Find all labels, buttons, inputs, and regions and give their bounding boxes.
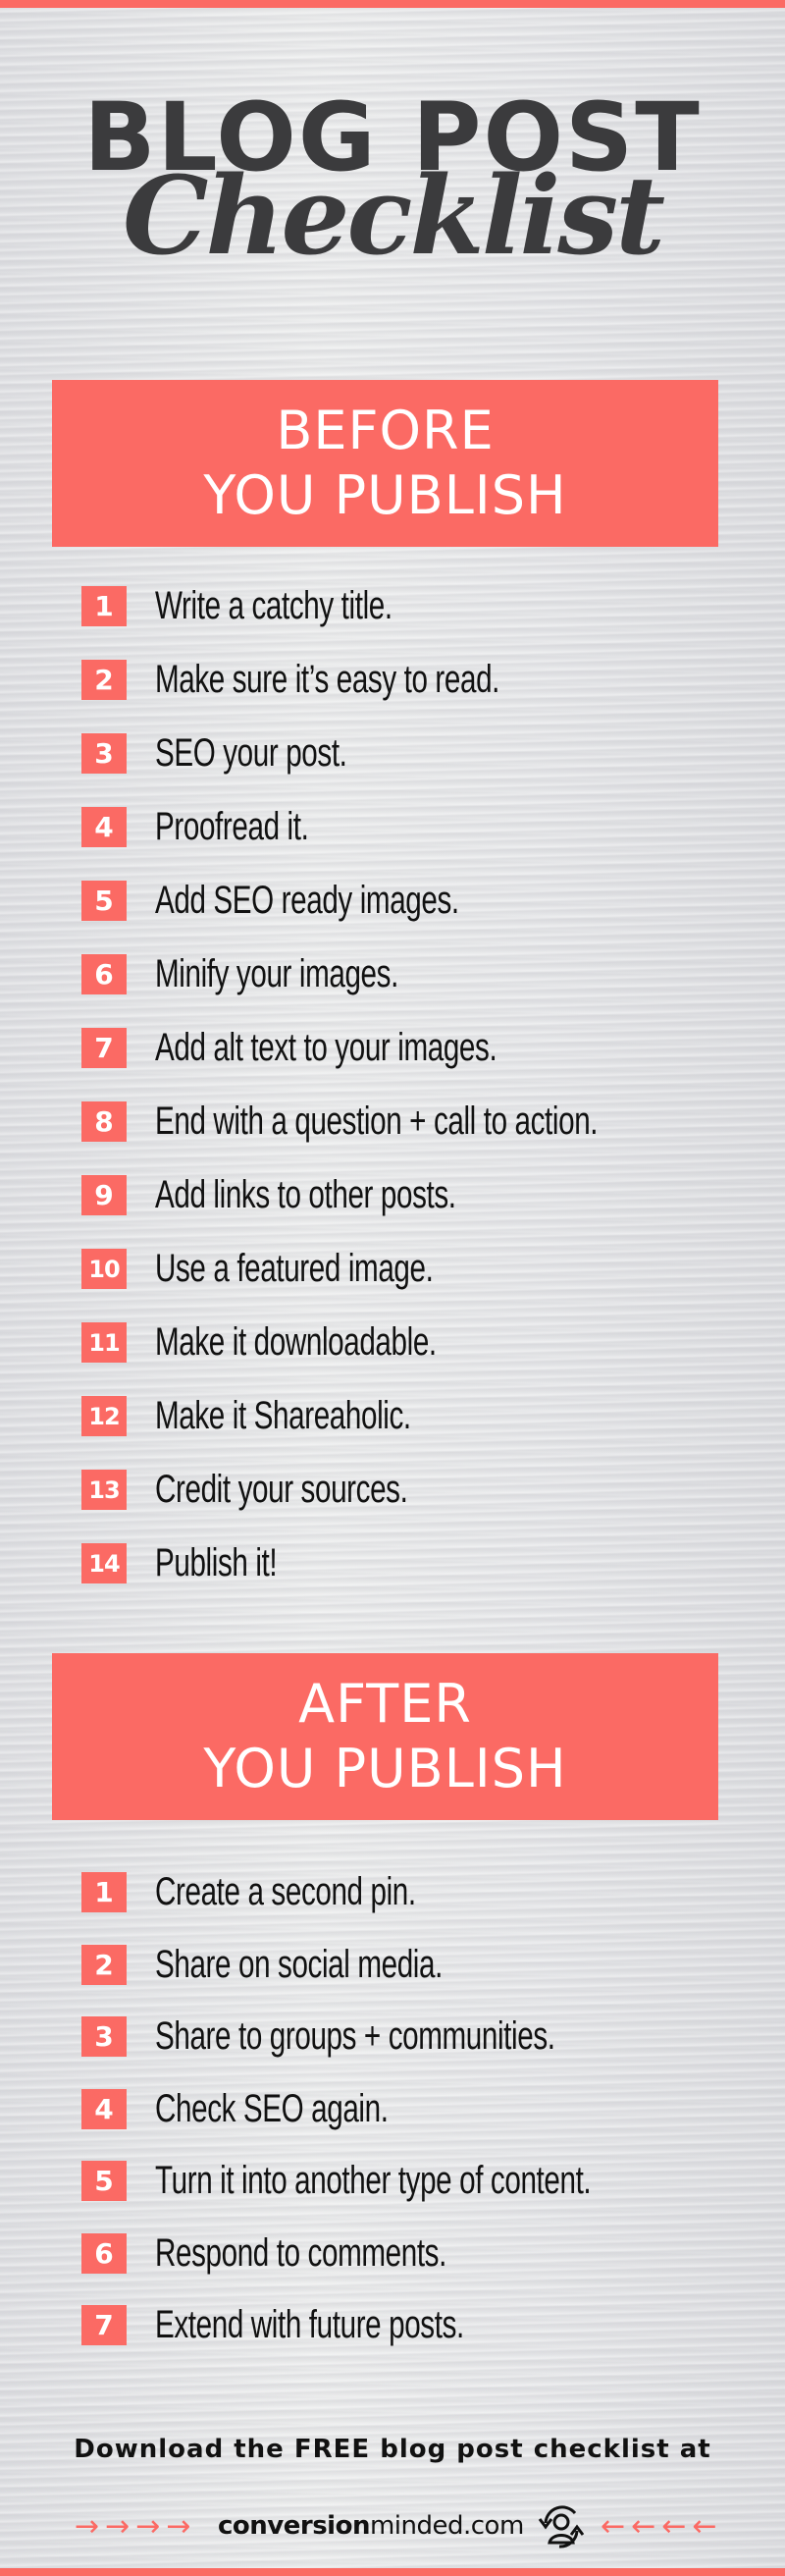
after-heading-line2: YOU PUBLISH (203, 1738, 567, 1799)
after-heading-line1: AFTER (298, 1673, 472, 1735)
before-checklist-item: 3 SEO your post. (81, 731, 414, 775)
before-checklist-item: 7 Add alt text to your images. (81, 1026, 617, 1069)
before-checklist-item: 4 Proofread it. (81, 805, 362, 848)
left-arrows-icon: ←←←← (601, 2509, 723, 2544)
site-link[interactable]: conversionminded.com (218, 2511, 524, 2541)
item-text: Add SEO ready images. (155, 879, 459, 922)
item-number-badge: 7 (81, 2305, 127, 2345)
item-number-badge: 3 (81, 2016, 127, 2057)
item-number-badge: 14 (81, 1543, 127, 1583)
item-number-badge: 7 (81, 1028, 127, 1068)
item-number-badge: 5 (81, 2161, 127, 2201)
after-checklist-item: 1 Create a second pin. (81, 1870, 507, 1913)
item-text: Share on social media. (155, 1942, 443, 1986)
site-name-regular: minded.com (369, 2511, 524, 2541)
item-text: Make it downloadable. (155, 1320, 437, 1364)
item-number-badge: 2 (81, 1944, 127, 1985)
bottom-accent-bar (0, 2568, 785, 2576)
item-text: Share to groups + communities. (155, 2014, 555, 2058)
after-publish-banner: AFTER YOU PUBLISH (52, 1653, 718, 1820)
item-number-badge: 9 (81, 1175, 127, 1215)
item-text: End with a question + call to action. (155, 1100, 599, 1143)
item-text: SEO your post. (155, 731, 347, 775)
item-text: Add links to other posts. (155, 1173, 456, 1216)
footer-brand-row: →→→→ conversionminded.com ←←←← (0, 2505, 785, 2549)
item-number-badge: 4 (81, 2088, 127, 2129)
item-text: Add alt text to your images. (155, 1026, 497, 1069)
item-number-badge: 12 (81, 1396, 127, 1436)
item-number-badge: 8 (81, 1101, 127, 1142)
before-heading-line2: YOU PUBLISH (203, 464, 567, 526)
item-text: Extend with future posts. (155, 2303, 464, 2346)
item-text: Turn it into another type of content. (155, 2159, 592, 2202)
item-number-badge: 4 (81, 807, 127, 847)
item-number-badge: 5 (81, 881, 127, 921)
after-checklist-item: 2 Share on social media. (81, 1942, 544, 1986)
before-checklist-item: 6 Minify your images. (81, 952, 484, 995)
item-text: Check SEO again. (155, 2086, 389, 2130)
item-number-badge: 3 (81, 733, 127, 774)
item-number-badge: 1 (81, 586, 127, 626)
item-text: Create a second pin. (155, 1870, 416, 1913)
item-number-badge: 10 (81, 1249, 127, 1289)
item-text: Minify your images. (155, 952, 398, 995)
item-text: Credit your sources. (155, 1468, 408, 1511)
after-checklist-item: 7 Extend with future posts. (81, 2303, 573, 2346)
item-text: Make it Shareaholic. (155, 1394, 411, 1437)
item-text: Proofread it. (155, 805, 309, 848)
before-checklist-item: 13 Credit your sources. (81, 1468, 497, 1511)
site-name-bold: conversion (218, 2511, 370, 2541)
after-checklist-item: 3 Share to groups + communities. (81, 2014, 696, 2058)
item-text: Make sure it’s easy to read. (155, 658, 500, 701)
right-arrows-icon: →→→→ (75, 2509, 197, 2544)
page-subtitle-script: Checklist (122, 152, 665, 279)
item-number-badge: 11 (81, 1322, 127, 1363)
after-checklist-item: 4 Check SEO again. (81, 2086, 470, 2130)
item-text: Use a featured image. (155, 1247, 434, 1290)
top-accent-bar (0, 0, 785, 8)
item-number-badge: 6 (81, 954, 127, 994)
item-text: Publish it! (155, 1541, 278, 1584)
before-checklist-item: 11 Make it downloadable. (81, 1320, 536, 1364)
before-publish-banner: BEFORE YOU PUBLISH (52, 380, 718, 547)
before-checklist-item: 8 End with a question + call to action. (81, 1100, 754, 1143)
before-checklist-item: 10 Use a featured image. (81, 1247, 531, 1290)
item-number-badge: 13 (81, 1470, 127, 1510)
after-checklist-item: 5 Turn it into another type of content. (81, 2159, 744, 2202)
item-text: Write a catchy title. (155, 584, 392, 627)
before-checklist-item: 9 Add links to other posts. (81, 1173, 561, 1216)
item-number-badge: 2 (81, 660, 127, 700)
before-checklist-item: 5 Add SEO ready images. (81, 879, 566, 922)
before-checklist-item: 2 Make sure it’s easy to read. (81, 658, 620, 701)
item-number-badge: 6 (81, 2232, 127, 2274)
item-number-badge: 1 (81, 1872, 127, 1912)
after-checklist-item: 6 Respond to comments. (81, 2230, 549, 2275)
person-refresh-icon (538, 2505, 585, 2549)
before-checklist-item: 14 Publish it! (81, 1541, 320, 1584)
download-cta-text: Download the FREE blog post checklist at (74, 2435, 711, 2464)
before-heading-line1: BEFORE (276, 400, 495, 461)
item-text: Respond to comments. (155, 2230, 446, 2275)
before-checklist-item: 12 Make it Shareaholic. (81, 1394, 500, 1437)
before-checklist-item: 1 Write a catchy title. (81, 584, 476, 627)
